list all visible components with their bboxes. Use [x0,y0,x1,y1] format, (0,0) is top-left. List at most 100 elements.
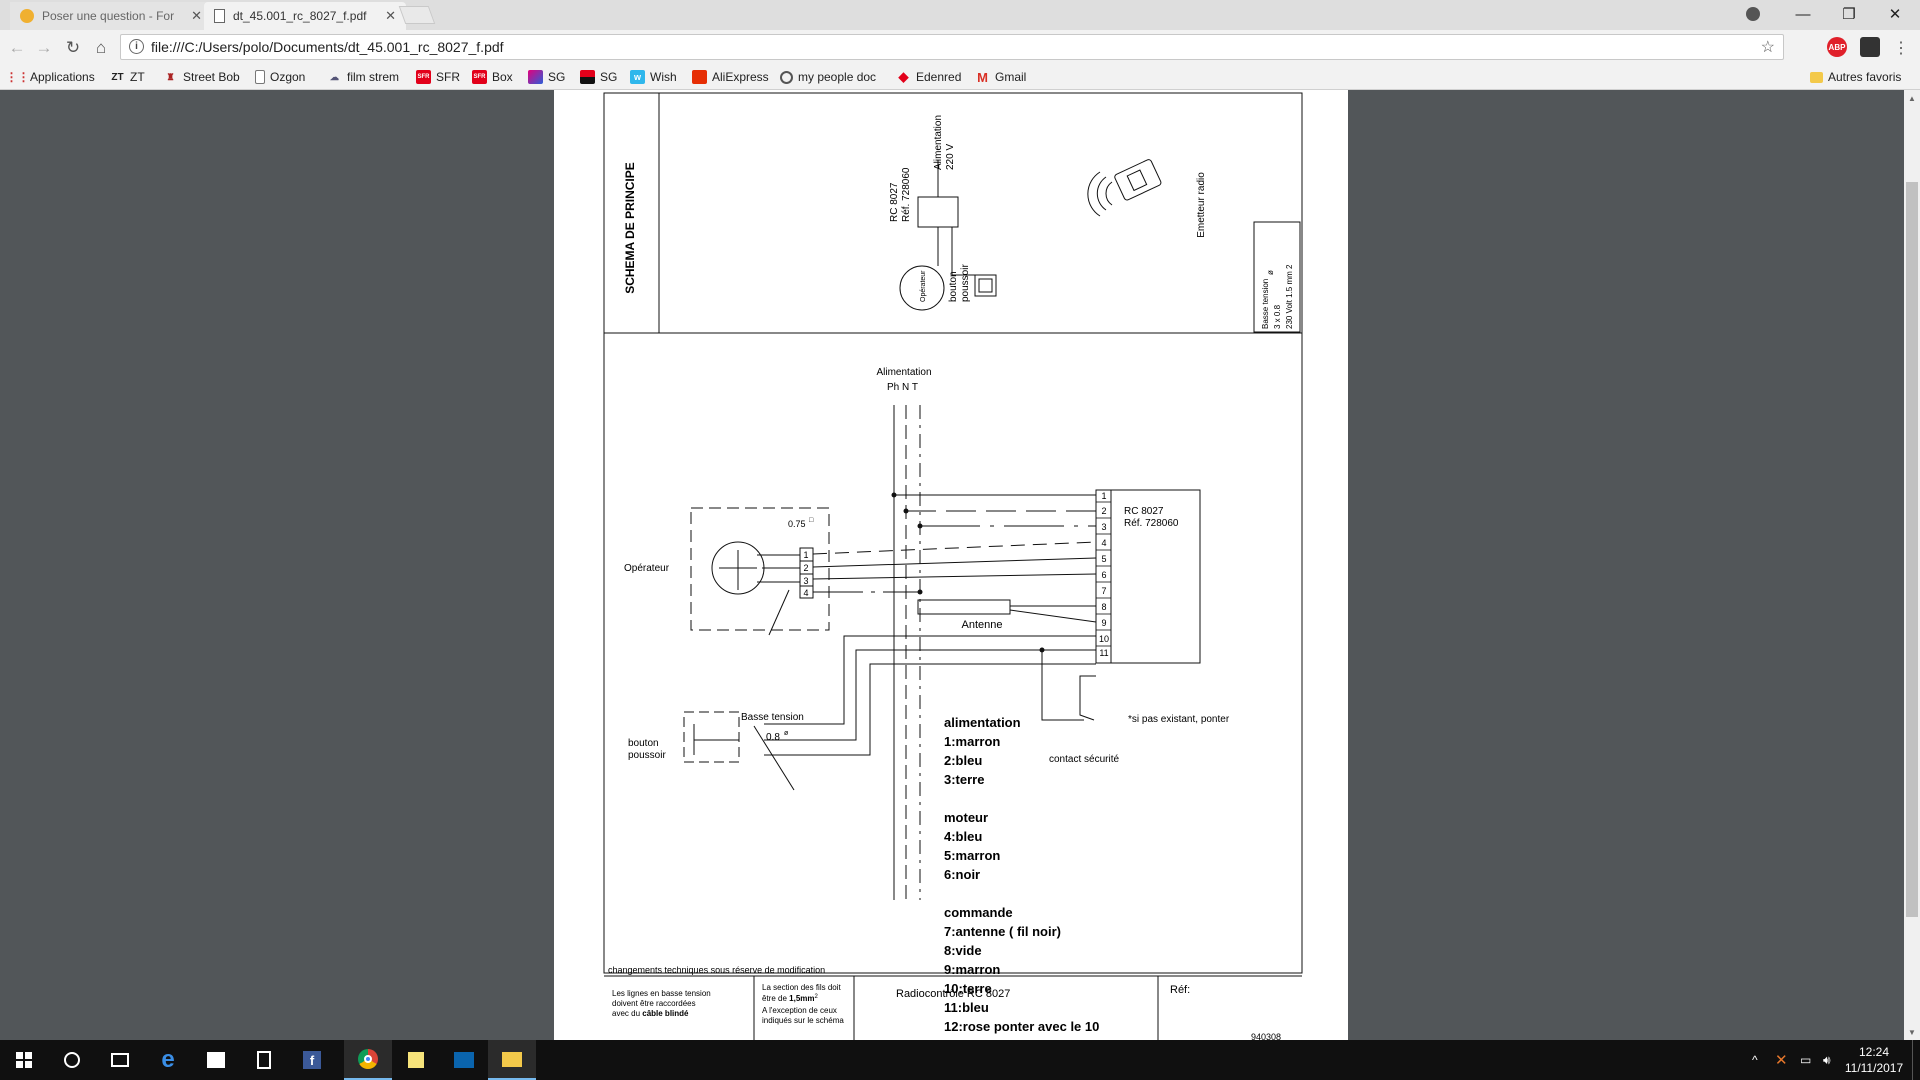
store-icon[interactable] [192,1040,240,1080]
clock-time: 12:24 [1858,1045,1890,1059]
annotation-line: 5:marron [944,848,1000,863]
push-button-label-1: bouton [628,738,659,749]
sg-arrow-icon [528,70,543,84]
principle-push-button-2: poussoir [960,264,971,302]
extension-icon[interactable] [1860,37,1880,57]
tab-title: Poser une question - For [42,9,175,23]
close-icon[interactable]: ✕ [191,8,202,24]
annotation-line: 3:terre [944,772,984,787]
bookmark-film-strem[interactable]: ☁ film strem [327,68,399,86]
chrome-icon[interactable] [344,1040,392,1080]
bookmark-wish[interactable]: w Wish [630,68,677,86]
bookmark-aliexpress[interactable]: AliExpress [692,68,769,86]
operator-section-symbol: □ [809,517,814,524]
bookmark-gmail[interactable]: M Gmail [975,68,1026,86]
profile-icon[interactable] [1730,0,1776,28]
principle-push-button-1: bouton [948,271,959,302]
bookmark-label: Wish [650,70,677,84]
app-tray-icon[interactable]: ✕ [1775,1040,1788,1080]
page-icon [255,70,265,84]
bookmark-label: Gmail [995,70,1027,84]
bookmark-sfr[interactable]: SFR SFR [416,68,460,86]
annotation-line: 6:noir [944,867,980,882]
bookmark-box[interactable]: SFR Box [472,68,513,86]
task-view-icon[interactable] [96,1040,144,1080]
bookmark-label: SG [600,70,618,84]
bookmark-my-people-doc[interactable]: my people doc [780,68,876,86]
annotation-head: moteur [944,810,988,825]
windows-start-icon[interactable] [0,1040,48,1080]
clock[interactable]: 12:24 11/11/2017 [1838,1044,1910,1076]
safety-contact-label: contact sécurité [1049,754,1119,765]
show-desktop-button[interactable] [1912,1040,1920,1080]
antenna-label: Antenne [962,619,1003,631]
supply-title: Alimentation [876,367,931,378]
wiring-diagram: SCHEMA DE PRINCIPE RC 8027 Réf. 728060 A… [603,92,1303,1040]
bookmark-ozgon[interactable]: Ozgon [255,68,305,86]
adblock-icon[interactable]: ABP [1827,37,1847,57]
rc-terminal: 7 [1101,586,1106,596]
edge-icon[interactable]: e [144,1040,192,1080]
pdf-viewer[interactable]: SCHEMA DE PRINCIPE RC 8027 Réf. 728060 A… [0,90,1920,1040]
aliexpress-icon [692,70,707,84]
toolbar: ← → ↻ ⌂ i file:///C:/Users/polo/Document… [0,30,1920,65]
new-tab-button[interactable] [398,6,436,24]
scroll-up-icon[interactable]: ▲ [1904,90,1920,106]
bookmark-sg-1[interactable]: SG [528,68,565,86]
outlook-icon[interactable] [440,1040,488,1080]
close-window-icon[interactable]: ✕ [1872,0,1918,28]
forward-icon[interactable]: → [33,37,55,59]
edenred-icon: ◆ [898,69,909,84]
network-icon[interactable]: ▭ [1800,1040,1811,1080]
scrollbar-thumb[interactable] [1906,182,1918,917]
rc-name: RC 8027 [1124,506,1164,517]
wish-icon: w [630,70,645,84]
bookmark-label: Edenred [916,70,962,84]
calculator-icon[interactable] [240,1040,288,1080]
bookmark-other[interactable]: Autres favoris [1810,68,1901,86]
rc-terminal: 6 [1101,570,1106,580]
bookmark-street-bob[interactable]: ♜ Street Bob [163,68,239,86]
rc-terminal: 1 [1101,491,1106,501]
tab-pdf[interactable]: dt_45.001_rc_8027_f.pdf ✕ [204,2,406,30]
file-explorer-icon[interactable] [488,1040,536,1080]
bookmark-zt[interactable]: ZT ZT [110,68,144,86]
annotation-line: 10:terre [944,981,992,996]
street-bob-icon: ♜ [166,71,175,82]
rc-terminal: 3 [1101,522,1106,532]
bookmark-applications[interactable]: ⋮⋮ Applications [6,68,95,86]
operator-label: Opérateur [624,563,670,574]
menu-icon[interactable]: ⋮ [1890,37,1912,59]
facebook-icon[interactable]: f [288,1040,336,1080]
star-icon[interactable]: ☆ [1761,37,1775,57]
tab-poser-une-question[interactable]: Poser une question - For ✕ [10,2,212,30]
forum-icon [20,9,34,23]
address-bar[interactable]: i file:///C:/Users/polo/Documents/dt_45.… [120,34,1784,60]
minimize-icon[interactable]: — [1780,0,1826,28]
restore-icon[interactable]: ❐ [1826,0,1872,28]
bookmark-edenred[interactable]: ◆ Edenred [896,68,962,86]
scroll-down-icon[interactable]: ▼ [1904,1024,1920,1040]
scrollbar[interactable]: ▲ ▼ [1904,90,1920,1040]
back-icon[interactable]: ← [6,37,28,59]
show-hidden-icons-icon[interactable]: ^ [1752,1040,1758,1080]
close-icon[interactable]: ✕ [385,8,396,24]
taskbar: e f ^ ✕ ▭ 🔊︎ 12:24 11/11/2017 [0,1040,1920,1080]
low-voltage-size: 0.8 [766,732,780,743]
cortana-icon[interactable] [48,1040,96,1080]
reload-icon[interactable]: ↻ [62,37,84,59]
low-voltage-symbol: ø [1266,270,1275,275]
note2-line3: A l'exception de ceux [762,1006,837,1015]
rc-terminal: 5 [1101,554,1106,564]
sticky-notes-icon[interactable] [392,1040,440,1080]
bookmark-sg-2[interactable]: SG [580,68,617,86]
info-icon[interactable]: i [129,39,144,54]
people-doc-icon [780,70,793,84]
tab-title: dt_45.001_rc_8027_f.pdf [233,9,367,23]
url-text: file:///C:/Users/polo/Documents/dt_45.00… [151,39,504,55]
volume-icon[interactable]: 🔊︎ [1823,1040,1831,1080]
motor-terminal: 3 [803,576,808,586]
sfr-icon: SFR [416,70,431,84]
annotation-line: 12:rose ponter avec le 10 [944,1019,1099,1034]
home-icon[interactable]: ⌂ [90,37,112,59]
